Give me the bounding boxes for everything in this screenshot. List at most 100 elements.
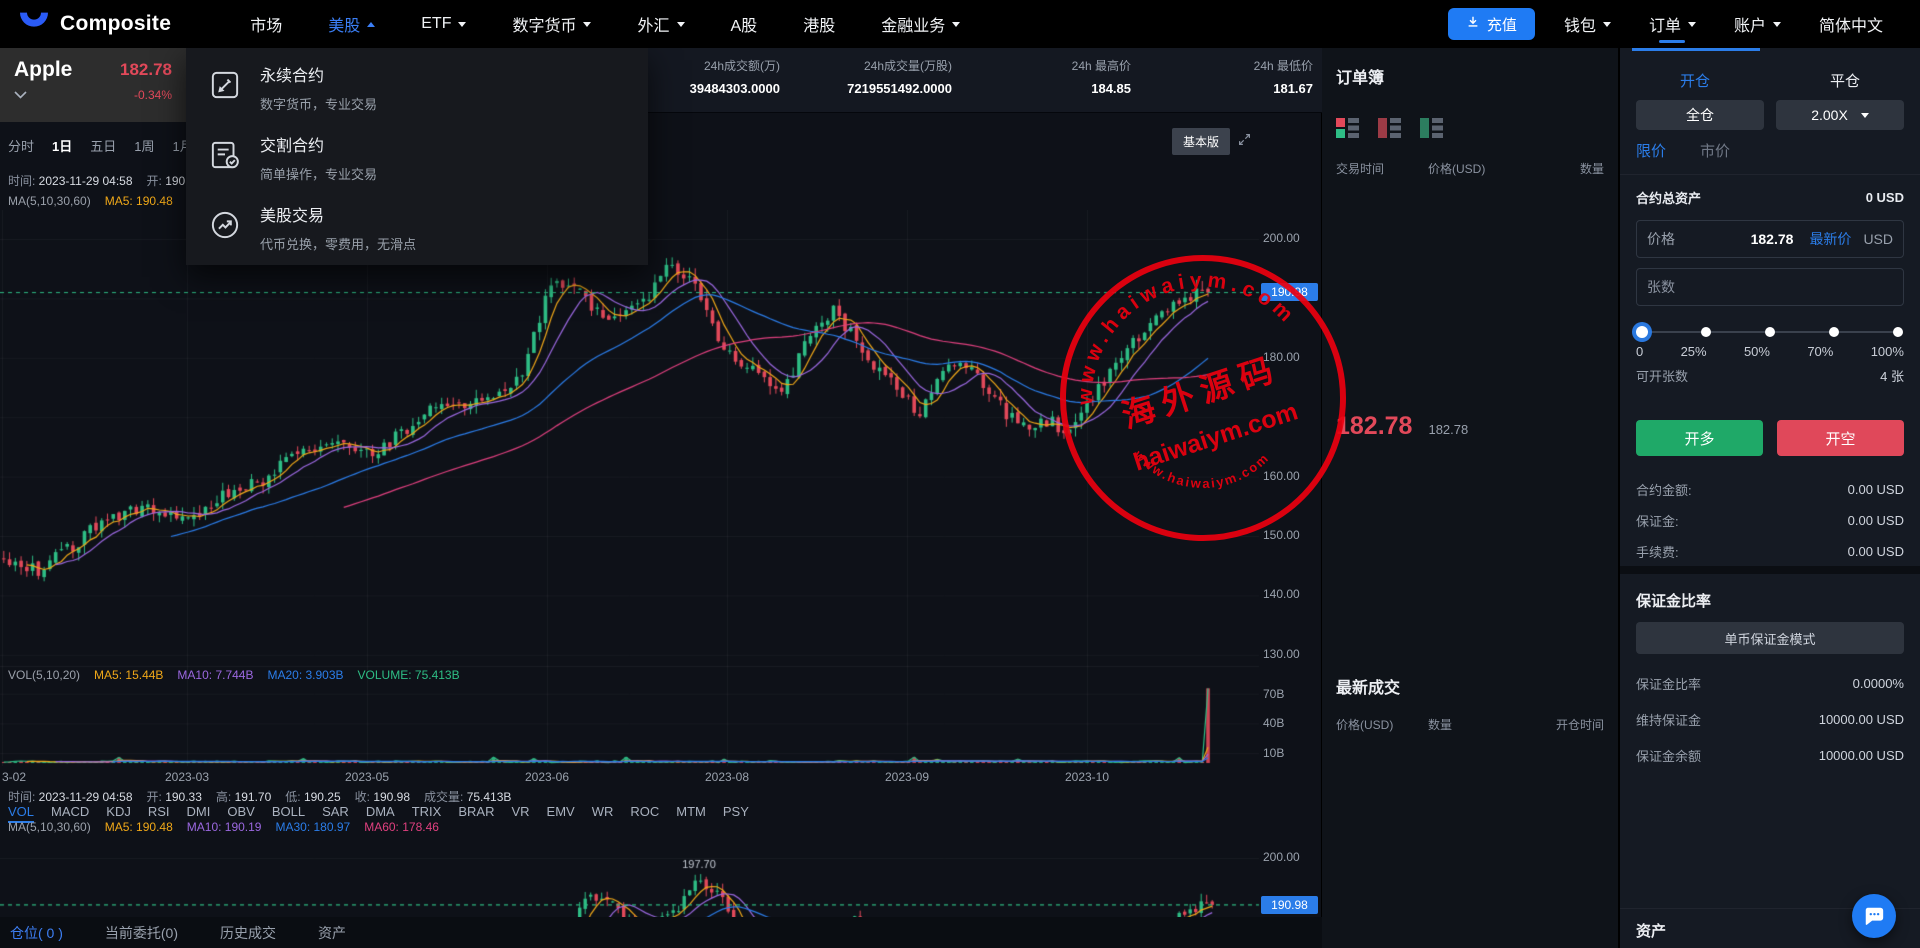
detail-value: 0.00 USD [1847,482,1904,497]
indicator-tab-BRAR[interactable]: BRAR [458,804,494,823]
main-menu-item-金融业务[interactable]: 金融业务 [858,0,983,48]
bottom-tab-资产[interactable]: 资产 [318,923,346,943]
main-menu-item-数字货币[interactable]: 数字货币 [489,0,614,48]
price-currency-label: USD [1863,231,1893,247]
stat-3: 24h成交额(万) 39484303.0000 [690,57,780,96]
user-menu-item-账户[interactable]: 账户 [1715,0,1800,48]
dropdown-item-title: 交割合约 [260,138,325,155]
top-nav: Composite 市场 美股 ETF 数字货币 外汇 A股 港股 金融业务 充值 钱包 订单 账… [0,0,1920,48]
total-assets-value: 0 USD [1865,190,1904,205]
slider-label: 100% [1870,344,1904,359]
detail-row: 保证金: 0.00 USD [1636,511,1904,530]
main-menu-item-A股[interactable]: A股 [708,0,781,48]
orderbook-layout-asks-icon[interactable] [1378,118,1402,143]
detail-label: 手续费: [1636,545,1679,560]
timeframe-tab-1周[interactable]: 1周 [134,136,154,155]
dropdown-item-text: 美股交易 代币兑换，零费用，无滑点 [260,202,416,253]
trade-tabs: 开仓 平仓 [1620,62,1920,99]
info-label: 时间: [8,790,39,804]
timeframe-tab-分时[interactable]: 分时 [8,136,34,155]
ticker-panel[interactable]: Apple 182.78 -0.34% [0,48,186,122]
slider-dot-25%[interactable] [1701,327,1711,337]
main-menu-item-港股[interactable]: 港股 [780,0,858,48]
stat-2: 24h成交量(万股) 7219551492.0000 [847,57,952,96]
mid-price: 182.78 [1336,412,1413,440]
indicator-tab-PSY[interactable]: PSY [723,804,749,823]
open-long-button[interactable]: 开多 [1636,420,1763,456]
timeframe-tab-1日[interactable]: 1日 [52,136,72,155]
amount-slider[interactable] [1636,326,1903,338]
column-header: 价格(USD) [1336,718,1394,732]
brand-name[interactable]: Composite [60,12,171,36]
info-segment: 时间: 2023-11-29 04:58 [8,172,133,189]
info-value: 75.413B [466,790,512,804]
main-menu: 市场 美股 ETF 数字货币 外汇 A股 港股 金融业务 [227,0,983,48]
info-value: 191.70 [234,790,272,804]
trade-tab-开仓[interactable]: 开仓 [1620,62,1770,99]
indicator-tab-WR[interactable]: WR [592,804,614,823]
bottom-tab-仓位( 0 )[interactable]: 仓位( 0 ) [10,923,63,943]
trade-tab-平仓[interactable]: 平仓 [1770,62,1920,99]
user-menu-item-简体中文[interactable]: 简体中文 [1800,0,1902,48]
chevron-down-icon[interactable] [14,86,27,104]
latest-trades-header: 价格(USD) 数量 开仓时间 [1336,716,1604,733]
single-margin-mode-button[interactable]: 单币保证金模式 [1636,622,1904,654]
orderbook-layout-bids-icon[interactable] [1420,118,1444,143]
detail-label: 维持保证金 [1636,713,1702,728]
main-menu-item-ETF[interactable]: ETF [398,0,489,48]
dropdown-item-美股交易[interactable]: 美股交易 代币兑换，零费用，无滑点 [208,202,416,253]
main-chart-canvas[interactable] [0,210,1322,766]
ticker-price: 182.78 [120,60,172,79]
chart-version-button[interactable]: 基本版 [1171,128,1230,155]
bottom-tab-历史成交[interactable]: 历史成交 [220,923,276,943]
x-axis-label: 3-02 [2,770,27,784]
user-menu-item-钱包[interactable]: 钱包 [1545,0,1630,48]
order-type-限价[interactable]: 限价 [1636,140,1666,161]
main-menu-item-市场[interactable]: 市场 [227,0,305,48]
indicator-tab-MTM[interactable]: MTM [676,804,706,823]
slider-dot-50%[interactable] [1765,327,1775,337]
slider-dot-100%[interactable] [1893,327,1903,337]
indicator-tab-ROC[interactable]: ROC [630,804,659,823]
x-axis-label: 2023-08 [704,770,750,784]
dropdown-item-交割合约[interactable]: 交割合约简单操作，专业交易 [208,132,377,183]
dropdown-item-永续合约[interactable]: 永续合约 数字货币，专业交易 [208,62,377,113]
dropdown-item-desc: 简单操作，专业交易 [260,167,378,182]
chevron-down-icon [676,21,685,31]
deposit-button[interactable]: 充值 [1447,8,1535,40]
info-value: 190.98 [373,790,411,804]
order-type-市价[interactable]: 市价 [1700,140,1730,161]
user-menu-item-订单[interactable]: 订单 [1630,0,1715,48]
price-field[interactable]: 价格 182.78 最新价 USD [1636,220,1904,258]
amount-input[interactable] [1636,268,1904,306]
ticker-symbol[interactable]: Apple [14,58,72,82]
margin-mode-button[interactable]: 全仓 [1636,100,1764,130]
stat-1: 24h 最高价 184.85 [1072,57,1131,96]
secondary-price-tag: 190.98 [1261,896,1318,914]
main-menu-item-美股[interactable]: 美股 [305,0,398,48]
support-chat-button[interactable] [1852,894,1896,938]
orderbook-layout-both-icon[interactable] [1336,118,1360,143]
user-menu-label: 账户 [1733,18,1766,35]
slider-dot-0[interactable] [1636,326,1648,338]
main-menu-label: 港股 [803,18,836,35]
slider-dot-70%[interactable] [1829,327,1839,337]
column-header: 数量 [1428,718,1453,732]
bottom-tab-当前委托(0)[interactable]: 当前委托(0) [105,923,178,943]
price-field-label: 价格 [1647,231,1675,247]
chevron-down-icon [1602,21,1611,31]
last-price-tag: 190.98 [1261,283,1318,301]
main-menu-item-外汇[interactable]: 外汇 [614,0,707,48]
available-value: 4 张 [1880,369,1904,384]
detail-row: 手续费: 0.00 USD [1636,542,1904,561]
timeframe-tab-五日[interactable]: 五日 [90,136,116,155]
total-assets-label: 合约总资产 [1636,191,1702,206]
brand-logo-icon[interactable] [18,8,50,41]
indicator-tab-EMV[interactable]: EMV [547,804,575,823]
expand-icon[interactable] [1238,133,1251,151]
open-short-button[interactable]: 开空 [1777,420,1904,456]
price-axis-label: 160.00 [1263,468,1300,483]
leverage-button[interactable]: 2.00X [1776,100,1904,130]
indicator-tab-VR[interactable]: VR [511,804,529,823]
latest-price-link[interactable]: 最新价 [1809,229,1851,249]
